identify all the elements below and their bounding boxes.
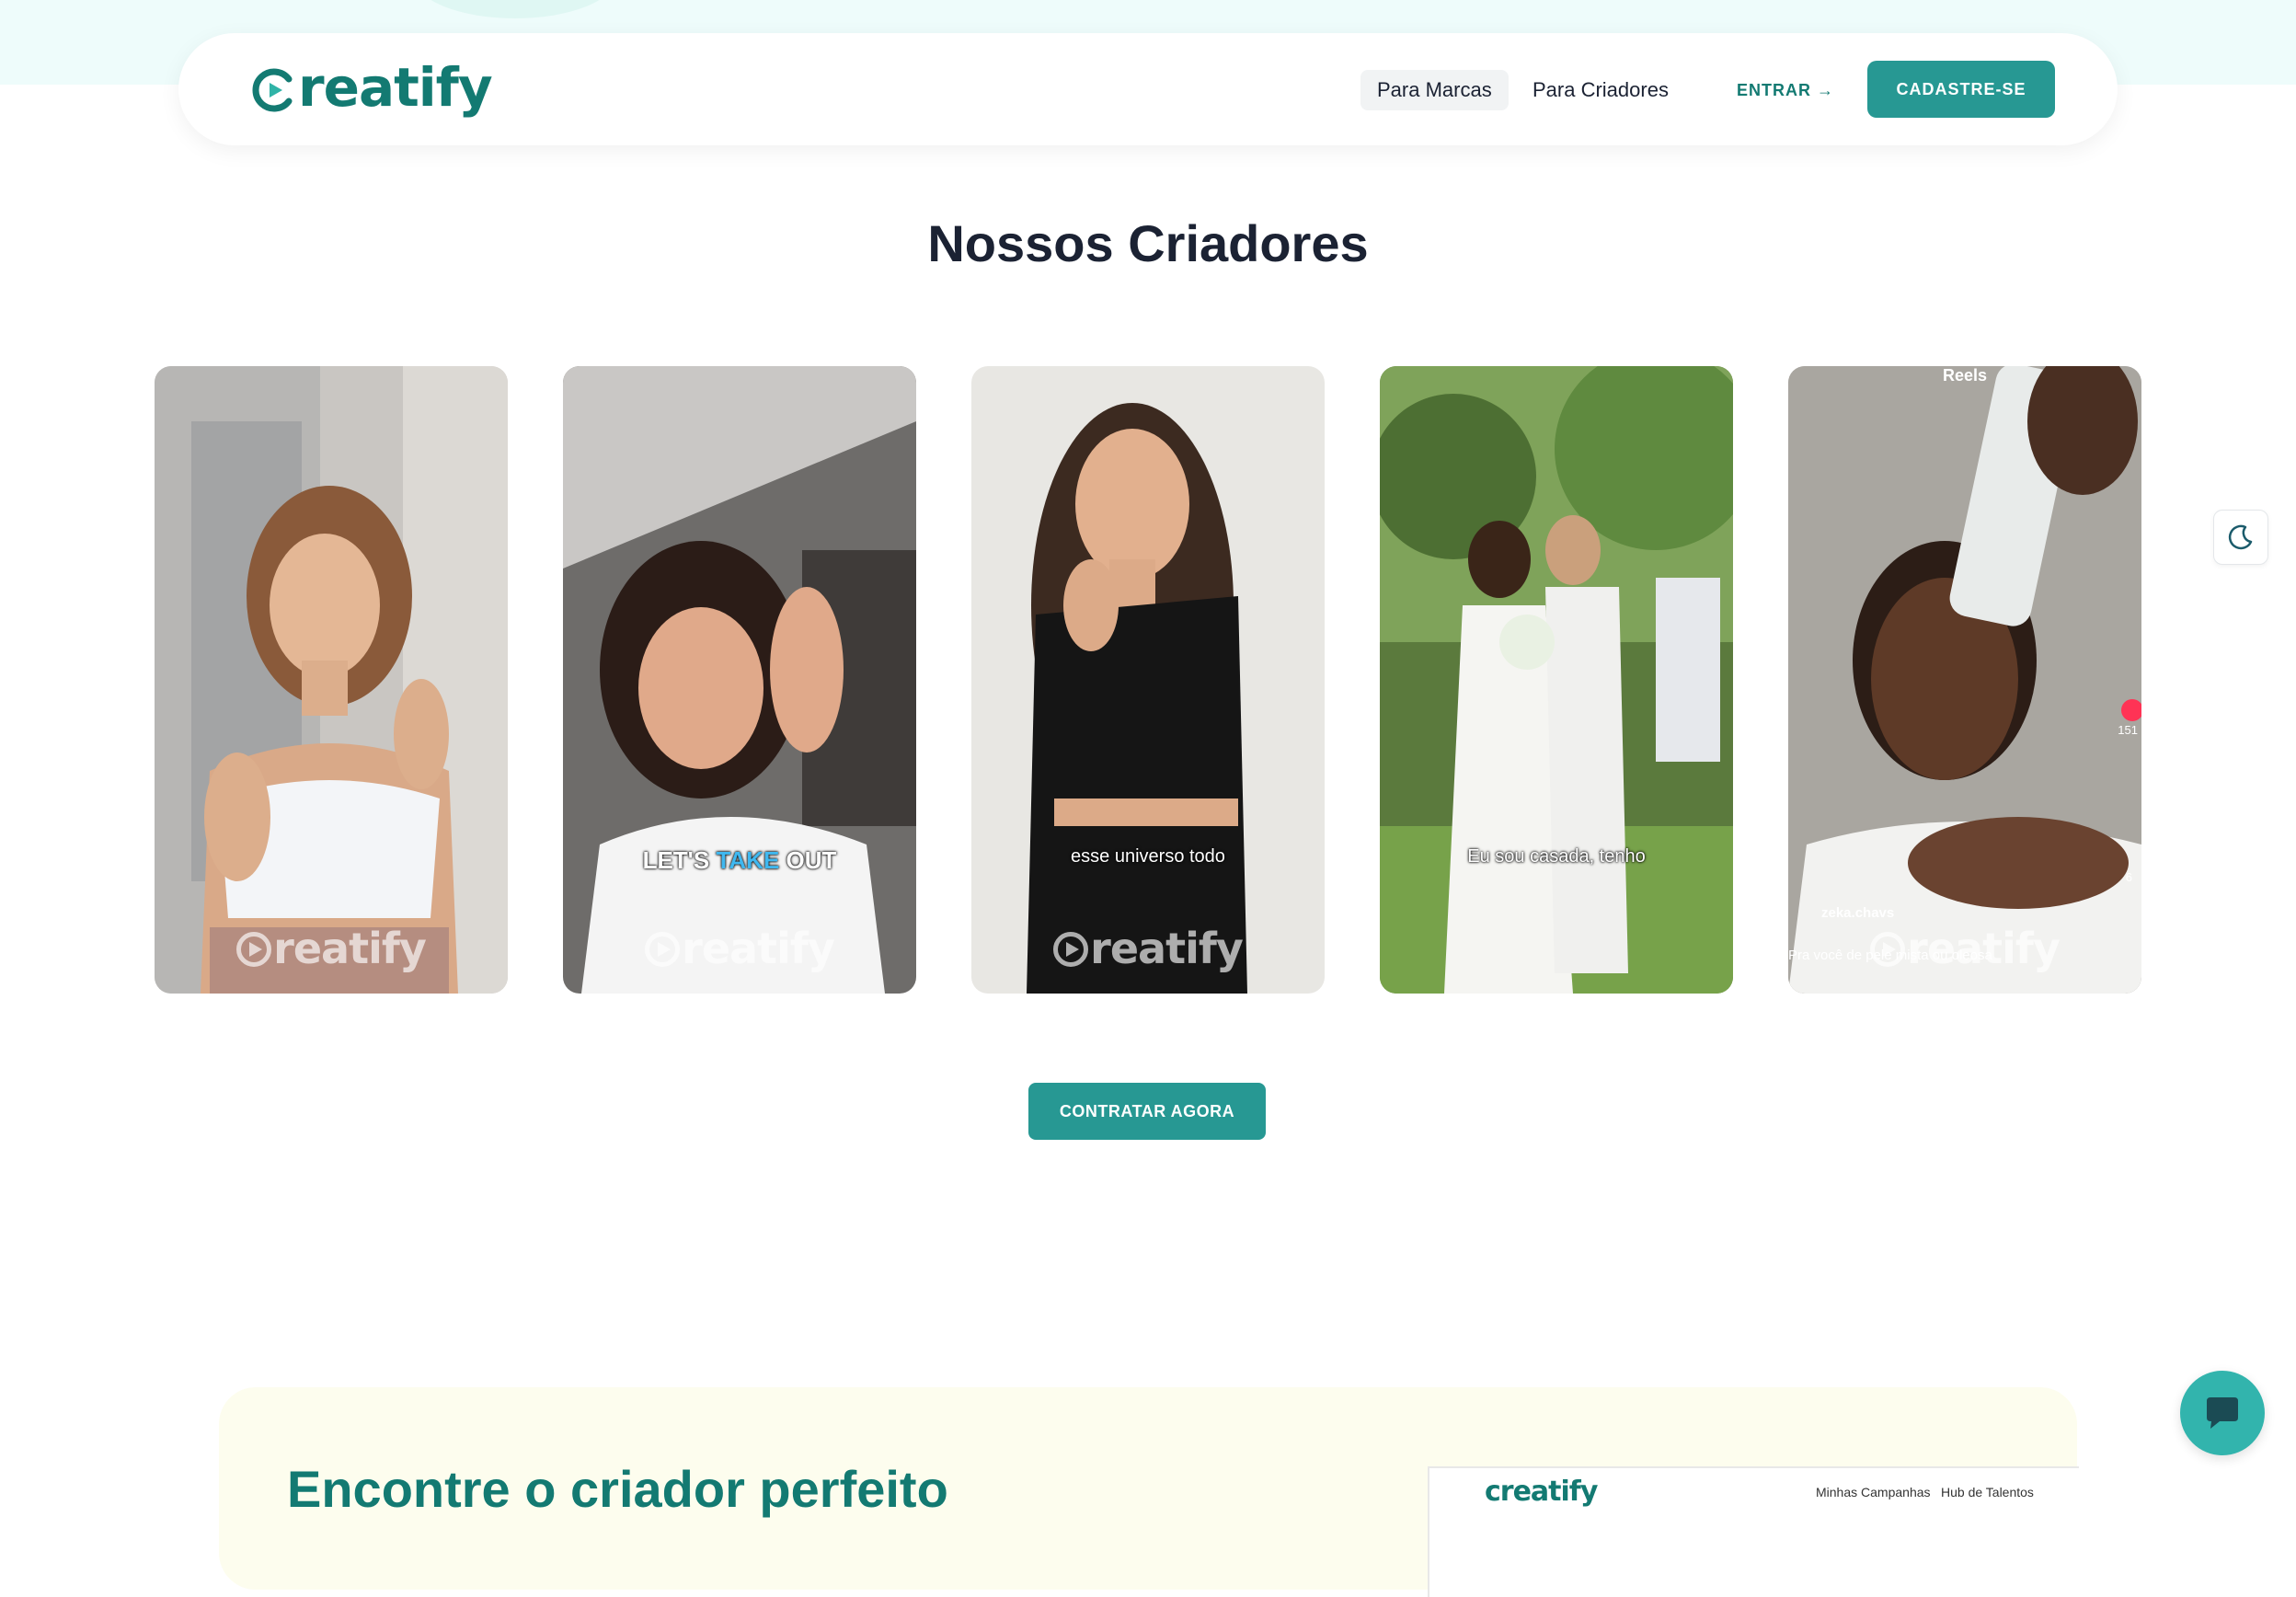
watermark-logo-icon bbox=[236, 932, 272, 967]
chat-bubble-icon bbox=[2207, 1397, 2238, 1429]
creators-carousel[interactable]: reatify LET'S TAKE OUT reatify esse univ… bbox=[155, 366, 2141, 995]
card-watermark: reatify bbox=[971, 924, 1325, 973]
card-watermark: reatify bbox=[563, 924, 916, 973]
nav-para-marcas[interactable]: Para Marcas bbox=[1360, 70, 1509, 110]
chat-button[interactable] bbox=[2180, 1371, 2265, 1455]
creator-card-5[interactable]: Reels 151 6 zeka.chavs Pra você de pele … bbox=[1788, 366, 2141, 994]
logo-text: reatify bbox=[298, 56, 493, 119]
login-link[interactable]: ENTRAR → bbox=[1737, 70, 1834, 110]
card-watermark: reatify bbox=[1788, 924, 2141, 973]
card-caption: LET'S TAKE OUT bbox=[642, 846, 837, 874]
section-title: Nossos Criadores bbox=[927, 214, 1369, 272]
creator-card-4[interactable]: Eu sou casada, tenho bbox=[1380, 366, 1733, 994]
creator-video-2 bbox=[563, 366, 916, 994]
creator-username: zeka.chavs bbox=[1821, 905, 1895, 921]
moon-icon bbox=[2228, 524, 2253, 550]
watermark-logo-icon bbox=[1870, 932, 1906, 967]
creator-video-3 bbox=[971, 366, 1325, 994]
theme-toggle-button[interactable] bbox=[2213, 510, 2268, 565]
creator-card-3[interactable]: esse universo todo reatify bbox=[971, 366, 1325, 994]
creator-video-1 bbox=[155, 366, 508, 994]
creator-video-5 bbox=[1788, 366, 2141, 994]
creator-card-1[interactable]: reatify bbox=[155, 366, 508, 994]
mockup-logo: creatify bbox=[1485, 1476, 1598, 1508]
hire-now-button[interactable]: CONTRATAR AGORA bbox=[1028, 1083, 1266, 1140]
likes-count: 151 bbox=[2118, 723, 2138, 737]
creator-video-4 bbox=[1380, 366, 1733, 994]
brand-logo[interactable]: reatify bbox=[252, 52, 493, 123]
mockup-nav-campaigns: Minhas Campanhas bbox=[1816, 1485, 1931, 1499]
watermark-logo-icon bbox=[645, 932, 681, 967]
reels-label: Reels bbox=[1943, 366, 1988, 385]
dashboard-mockup: creatify Minhas Campanhas Hub de Talento… bbox=[1428, 1466, 2079, 1597]
creator-card-2[interactable]: LET'S TAKE OUT reatify bbox=[563, 366, 916, 994]
card-watermark: reatify bbox=[155, 924, 508, 973]
nav-para-criadores[interactable]: Para Criadores bbox=[1516, 70, 1685, 110]
find-section-title: Encontre o criador perfeito bbox=[287, 1460, 948, 1518]
card-caption: Eu sou casada, tenho bbox=[1467, 846, 1646, 867]
card-caption: esse universo todo bbox=[1071, 846, 1225, 867]
shares-count: 6 bbox=[2125, 870, 2132, 884]
navbar: reatify Para Marcas Para Criadores ENTRA… bbox=[178, 33, 2118, 145]
mockup-nav-talent-hub: Hub de Talentos bbox=[1941, 1485, 2034, 1499]
signup-button[interactable]: CADASTRE-SE bbox=[1867, 61, 2055, 118]
watermark-logo-icon bbox=[1053, 932, 1089, 967]
logo-play-icon bbox=[252, 68, 293, 112]
find-creator-section: Encontre o criador perfeito creatify Min… bbox=[219, 1387, 2079, 1597]
